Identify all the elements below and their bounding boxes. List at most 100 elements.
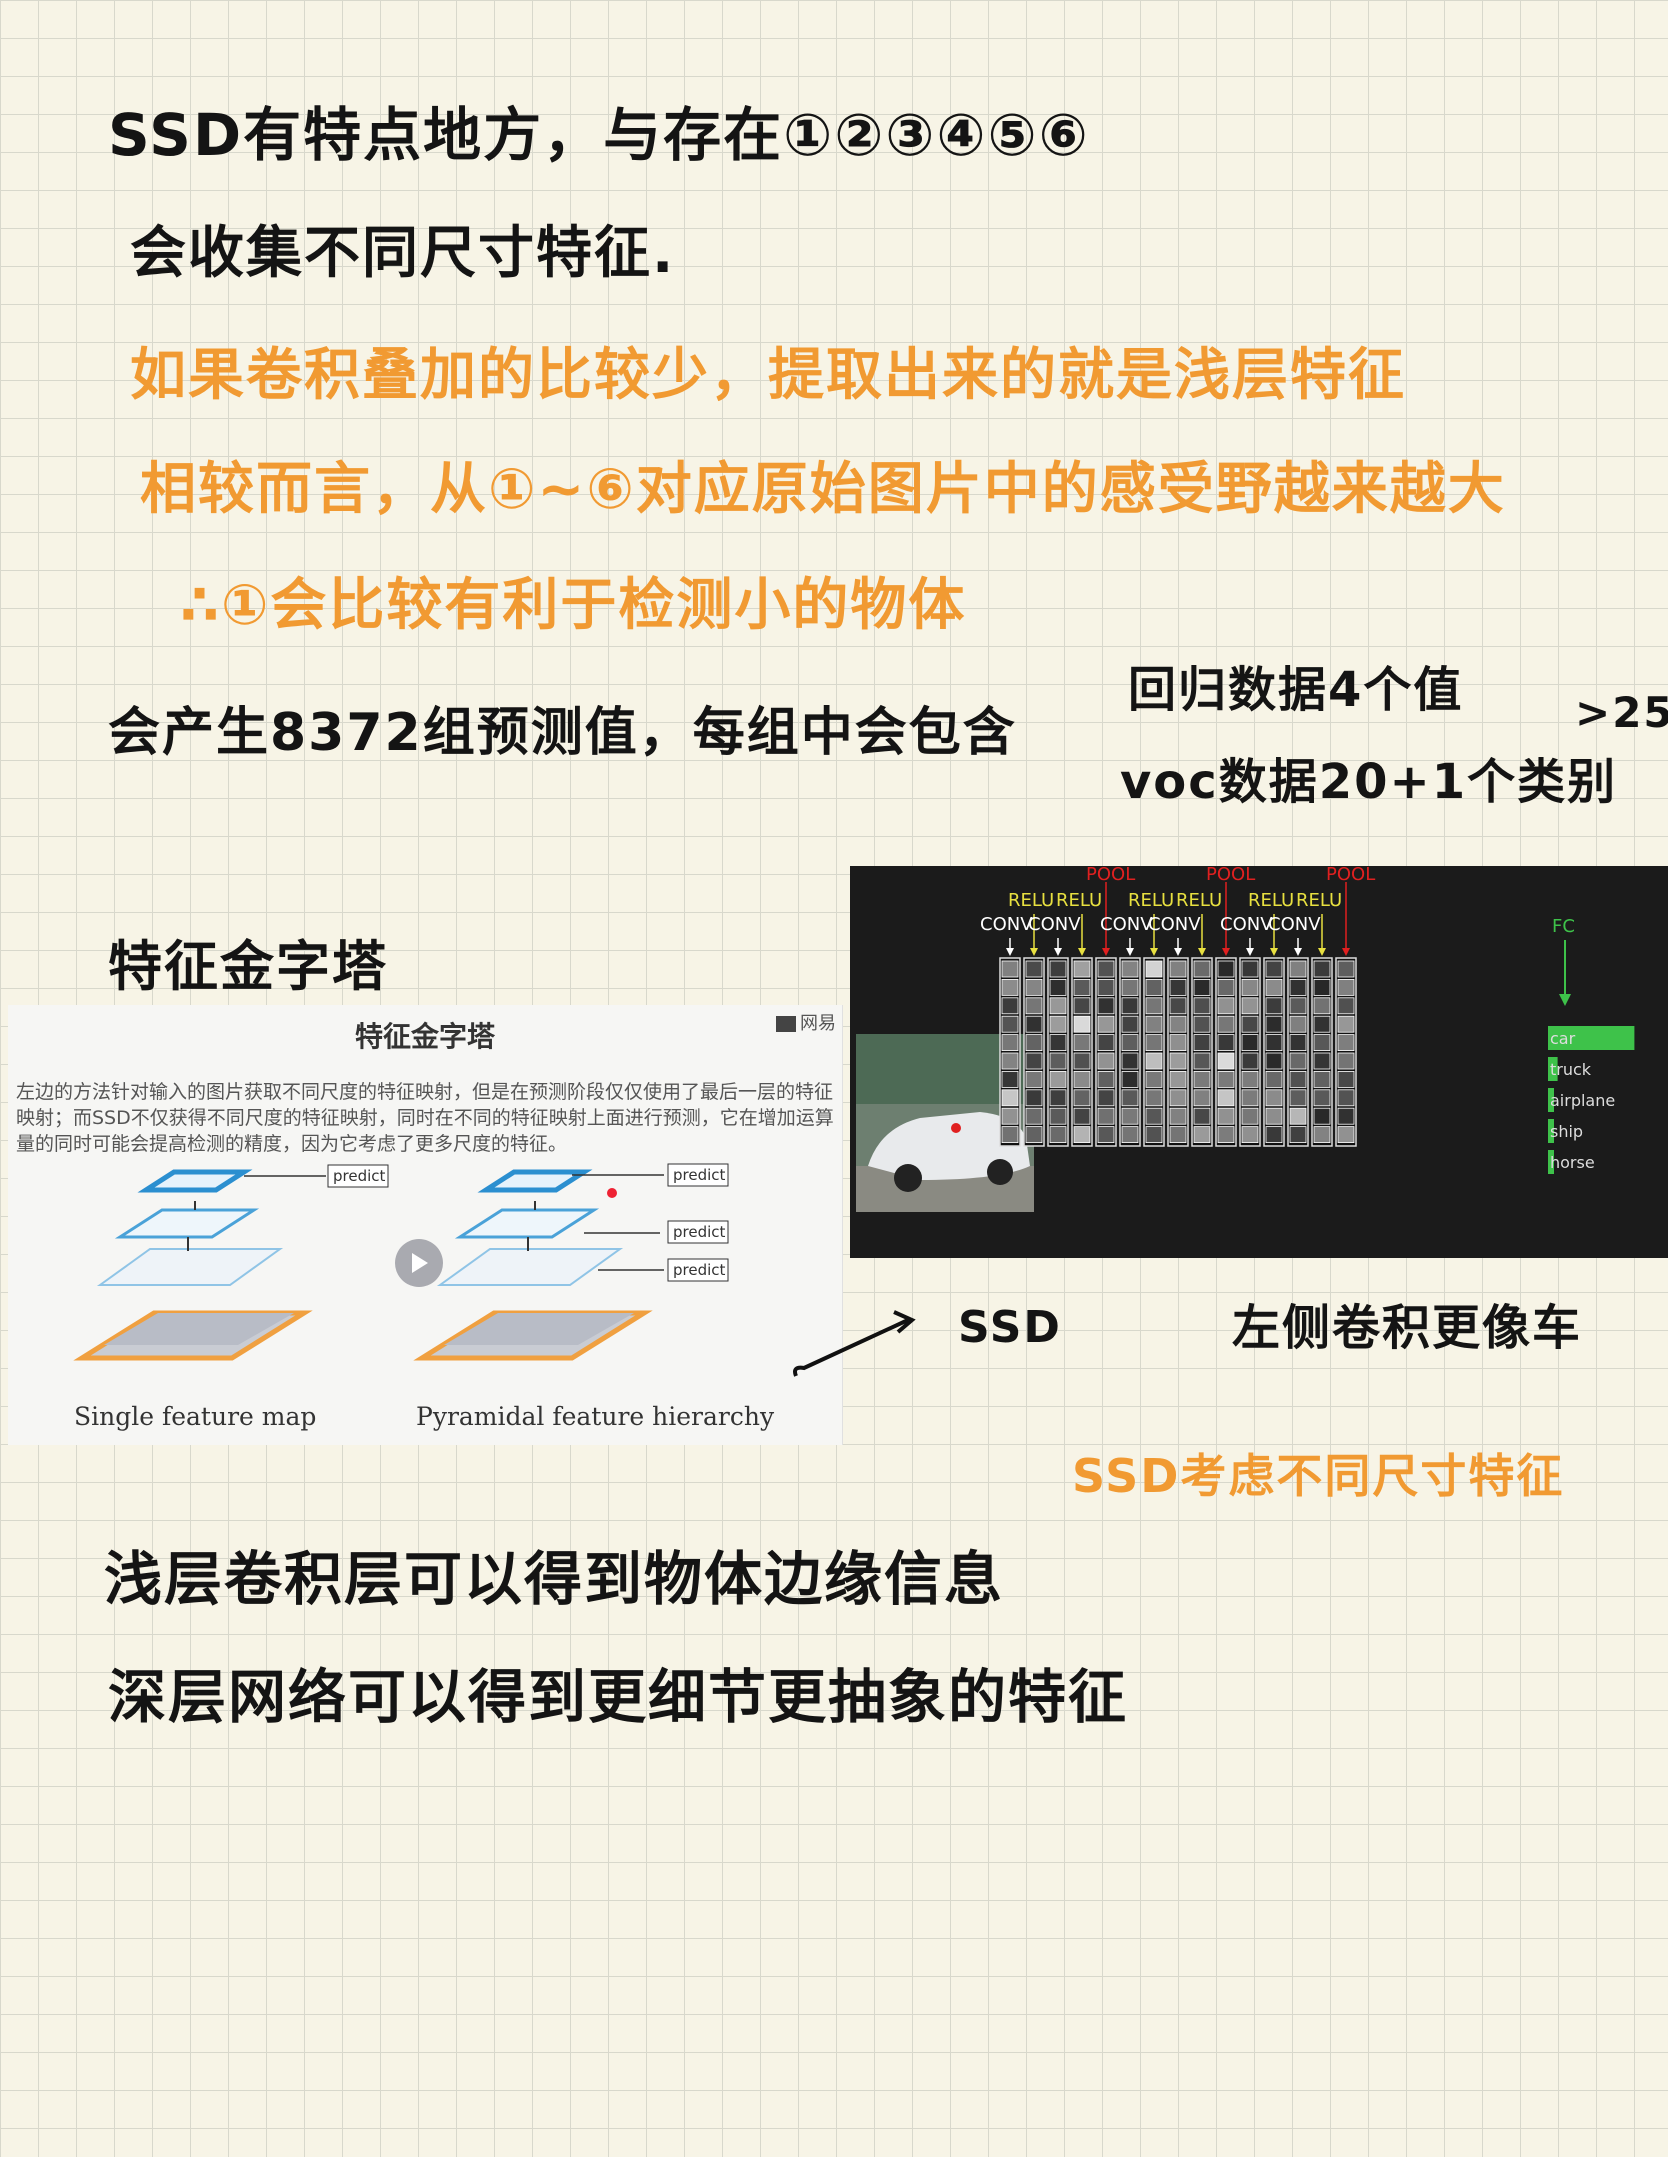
- feature-map: [1145, 1126, 1163, 1144]
- feature-map: [1313, 1034, 1331, 1052]
- feature-map: [1121, 1107, 1139, 1125]
- feature-column: [1191, 957, 1213, 1147]
- pool-label: POOL: [1086, 866, 1135, 885]
- feature-map: [1121, 997, 1139, 1015]
- feature-map: [1097, 997, 1115, 1015]
- feature-map: [1121, 1070, 1139, 1088]
- image-content: [444, 1313, 634, 1345]
- feature-map: [1265, 1034, 1283, 1052]
- feature-map: [1001, 1070, 1019, 1088]
- feature-map: [1025, 997, 1043, 1015]
- feature-map: [1217, 1034, 1235, 1052]
- note-shallow-edge-info: 浅层卷积层可以得到物体边缘信息: [104, 1545, 1005, 1613]
- feature-map: [1193, 1052, 1211, 1070]
- feature-map: [1121, 979, 1139, 996]
- cnn-diagram: CONV RELU CONV RELU POOL CONV RELU CONV RELU POOL…: [850, 866, 1668, 1258]
- feature-map: [1289, 997, 1307, 1015]
- relu-label: RELU: [1296, 890, 1342, 911]
- feature-map: [1193, 1089, 1211, 1107]
- feature-map: [1217, 997, 1235, 1015]
- feature-map: [1193, 997, 1211, 1015]
- feature-map: [1049, 997, 1067, 1015]
- feature-map: [1265, 997, 1283, 1015]
- note-deep-abstract-features: 深层网络可以得到更细节更抽象的特征: [108, 1663, 1129, 1731]
- note-line-shallow-features: 如果卷积叠加的比较少，提取出来的就是浅层特征: [130, 343, 1406, 408]
- feature-map: [1265, 1107, 1283, 1125]
- feature-map: [1289, 1070, 1307, 1088]
- feature-map: [1097, 1052, 1115, 1070]
- feature-column: [1287, 957, 1309, 1147]
- class-label: airplane: [1550, 1091, 1615, 1110]
- feature-map: [1289, 1107, 1307, 1125]
- feature-map: [1025, 1015, 1043, 1033]
- feature-map: [1313, 979, 1331, 996]
- feature-map: [1025, 1034, 1043, 1052]
- feature-map: [1049, 1070, 1067, 1088]
- feature-map: [1169, 1070, 1187, 1088]
- feature-map: [1097, 979, 1115, 996]
- feature-column: [1263, 957, 1285, 1147]
- cursor-dot: [607, 1188, 617, 1198]
- feature-map: [1169, 1052, 1187, 1070]
- feature-column: [1047, 957, 1069, 1147]
- conv-label: CONV: [1220, 914, 1273, 935]
- feature-map: [1097, 1070, 1115, 1088]
- feature-map: [1337, 997, 1355, 1015]
- feature-map: [1265, 1015, 1283, 1033]
- feature-map: [1193, 1070, 1211, 1088]
- feature-map: [1217, 1052, 1235, 1070]
- note-line-receptive-field: 相较而言，从①~⑥对应原始图片中的感受野越来越大: [140, 457, 1506, 522]
- feature-map: [1337, 960, 1355, 978]
- feature-map: [1073, 960, 1091, 978]
- feature-map: [1289, 1034, 1307, 1052]
- car-wheel: [894, 1164, 922, 1192]
- layer-middle: [454, 1208, 600, 1239]
- layer-middle: [114, 1208, 260, 1239]
- feature-map: [1121, 960, 1139, 978]
- conv-label: CONV: [1148, 914, 1201, 935]
- feature-column: [1335, 957, 1357, 1147]
- feature-map: [1049, 1052, 1067, 1070]
- layer-bottom: [96, 1248, 284, 1286]
- left-caption: Single feature map: [74, 1402, 316, 1431]
- feature-map: [1313, 1107, 1331, 1125]
- feature-map: [1313, 1052, 1331, 1070]
- predict-label: predict: [673, 1261, 726, 1279]
- predict-label: predict: [333, 1167, 386, 1185]
- feature-map: [1145, 1070, 1163, 1088]
- feature-map: [1073, 1052, 1091, 1070]
- feature-map: [1097, 1126, 1115, 1144]
- feature-map: [1241, 1107, 1259, 1125]
- feature-map: [1121, 1052, 1139, 1070]
- class-label: car: [1550, 1029, 1576, 1048]
- feature-map: [1073, 1126, 1091, 1144]
- class-label: horse: [1550, 1153, 1595, 1172]
- relu-label: RELU: [1248, 890, 1294, 911]
- feature-map: [1241, 1052, 1259, 1070]
- layer-top: [137, 1169, 253, 1193]
- note-line-collect-sizes: 会收集不同尺寸特征.: [130, 221, 676, 286]
- feature-map: [1169, 1034, 1187, 1052]
- feature-map: [1337, 979, 1355, 996]
- feature-map: [1001, 1107, 1019, 1125]
- feature-map: [1241, 997, 1259, 1015]
- feature-map: [1337, 1052, 1355, 1070]
- feature-map: [1097, 1015, 1115, 1033]
- feature-map: [1073, 1034, 1091, 1052]
- layer-top: [477, 1169, 593, 1193]
- feature-map: [1169, 997, 1187, 1015]
- feature-map: [1049, 1034, 1067, 1052]
- feature-map: [1289, 1089, 1307, 1107]
- note-line-gt25: >25: [1575, 688, 1668, 737]
- pool-label: POOL: [1206, 866, 1255, 885]
- feature-map: [1313, 997, 1331, 1015]
- feature-map: [1241, 1015, 1259, 1033]
- relu-label: RELU: [1128, 890, 1174, 911]
- feature-map: [1169, 1015, 1187, 1033]
- image-content: [104, 1313, 294, 1345]
- feature-column: [1215, 957, 1237, 1147]
- feature-column: [999, 957, 1021, 1147]
- feature-map: [1265, 1070, 1283, 1088]
- note-ssd-label: SSD: [958, 1302, 1062, 1353]
- feature-map: [1049, 1015, 1067, 1033]
